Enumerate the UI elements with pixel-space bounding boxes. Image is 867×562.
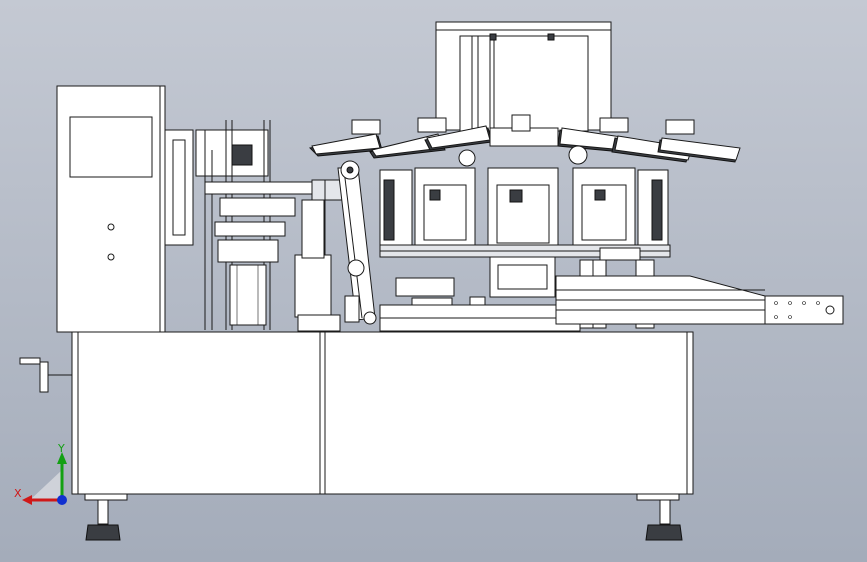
- base-cabinet: [71, 331, 694, 495]
- hmi-screen: [69, 116, 153, 178]
- machine-drawing: Y X: [0, 0, 867, 562]
- triad-y-label: Y: [57, 442, 65, 455]
- gripper-stations: [379, 167, 671, 258]
- control-cabinet: [56, 85, 166, 333]
- triad-x-label: X: [14, 487, 22, 500]
- cad-viewport[interactable]: Y X: [0, 0, 867, 562]
